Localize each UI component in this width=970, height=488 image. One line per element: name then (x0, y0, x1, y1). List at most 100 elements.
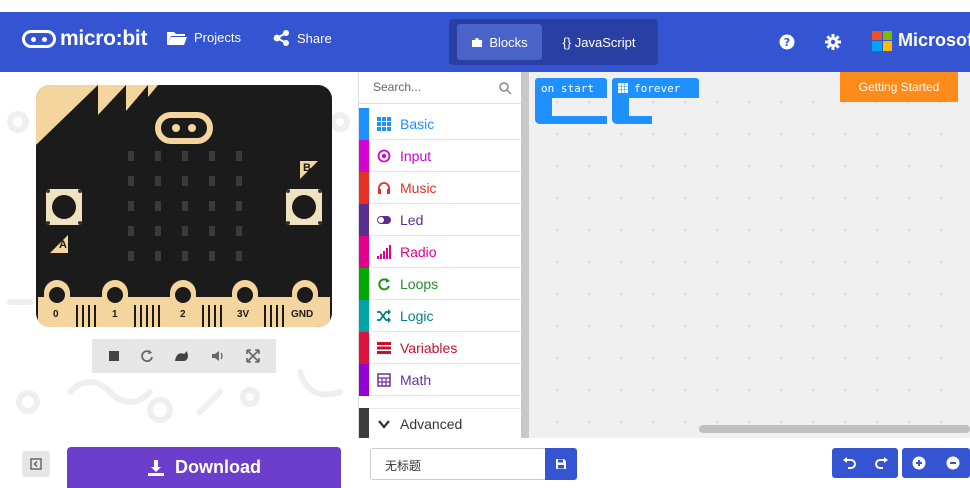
shuffle-icon (377, 308, 391, 323)
toolbox-search[interactable]: Search... (359, 72, 522, 104)
puzzle-icon (472, 38, 483, 47)
pin-0-label[interactable]: 0 (53, 309, 59, 320)
chevron-down-icon (378, 420, 390, 429)
category-basic[interactable]: Basic (359, 107, 522, 140)
save-button[interactable] (545, 448, 577, 480)
pin-1-label[interactable]: 1 (112, 309, 118, 320)
svg-text:?: ? (784, 36, 790, 49)
button-a-graphic (46, 189, 82, 225)
microsoft-brand[interactable]: Microsoft (872, 30, 970, 51)
calculator-icon (377, 372, 391, 387)
redo-icon[interactable] (874, 457, 889, 469)
collapse-icon (30, 458, 42, 470)
logo-text: micro:bit (60, 27, 148, 50)
blocks-workspace[interactable]: on start forever Getting Started (529, 72, 970, 438)
microsoft-logo-icon (872, 30, 892, 51)
pin-3v-label[interactable]: 3V (237, 309, 249, 320)
category-label: Logic (400, 307, 434, 324)
download-icon (148, 459, 164, 476)
led-matrix (128, 151, 242, 261)
category-label: Music (400, 179, 437, 196)
help-icon[interactable]: ? (779, 34, 795, 50)
button-b-graphic (286, 189, 322, 225)
blocks-tab[interactable]: Blocks (457, 24, 542, 60)
category-color-bar (359, 267, 369, 300)
folder-icon (167, 31, 187, 45)
mute-icon[interactable] (210, 349, 226, 363)
javascript-tab-label: {} JavaScript (562, 34, 636, 50)
collapse-simulator-button[interactable] (22, 451, 50, 477)
zoom-group (902, 448, 970, 478)
category-label: Radio (400, 243, 437, 260)
on-start-header: on start (535, 78, 607, 98)
on-start-body (535, 98, 607, 124)
zoom-in-icon[interactable] (912, 456, 926, 470)
category-led[interactable]: Led (359, 203, 522, 236)
save-icon (556, 459, 566, 469)
button-b[interactable] (284, 187, 324, 227)
fullscreen-icon[interactable] (246, 349, 260, 363)
top-strip (0, 0, 970, 12)
category-loops[interactable]: Loops (359, 267, 522, 300)
microbit-logo-icon (22, 30, 56, 48)
target-icon (377, 149, 391, 162)
toggle-icon (377, 215, 391, 224)
category-color-bar (359, 139, 369, 172)
editor-footer: Download 无标题 (0, 438, 970, 488)
workspace-scrollbar[interactable] (699, 425, 970, 433)
download-button[interactable]: Download (67, 447, 341, 488)
undo-icon[interactable] (842, 457, 856, 469)
blocks-tab-label: Blocks (489, 34, 528, 50)
category-color-bar (359, 331, 369, 364)
button-b-label: B (300, 161, 318, 179)
share-button[interactable]: Share (273, 30, 332, 46)
category-math[interactable]: Math (359, 363, 522, 396)
search-input[interactable]: Search... (373, 80, 421, 94)
grid-icon (618, 83, 628, 93)
restart-icon[interactable] (140, 349, 154, 363)
category-advanced[interactable]: Advanced (359, 408, 522, 440)
category-logic[interactable]: Logic (359, 299, 522, 332)
simulator-toolbar (92, 339, 276, 373)
category-variables[interactable]: Variables (359, 331, 522, 364)
category-color-bar (359, 107, 369, 140)
category-color-bar (359, 203, 369, 236)
undo-redo-group (832, 448, 898, 478)
category-music[interactable]: Music (359, 171, 522, 204)
category-color-bar (359, 363, 369, 396)
stop-icon[interactable] (108, 350, 120, 362)
category-input[interactable]: Input (359, 139, 522, 172)
project-name-input[interactable]: 无标题 (370, 448, 545, 480)
microsoft-label: Microsoft (898, 30, 970, 50)
headphones-icon (378, 181, 390, 194)
search-icon[interactable] (498, 81, 512, 95)
category-radio[interactable]: Radio (359, 235, 522, 268)
pin-gnd-label[interactable]: GND (291, 309, 313, 320)
category-label: Advanced (400, 416, 463, 432)
on-start-label: on start (541, 81, 594, 95)
category-label: Loops (400, 275, 439, 292)
category-label: Input (400, 147, 432, 164)
projects-button[interactable]: Projects (167, 30, 241, 45)
pin-2-label[interactable]: 2 (180, 309, 186, 320)
signal-bars-icon (377, 244, 391, 259)
slowmo-icon[interactable] (174, 350, 190, 362)
list-icon (377, 341, 391, 354)
gear-icon[interactable] (825, 34, 841, 50)
share-icon (273, 30, 289, 46)
button-a-letter: A (59, 239, 67, 251)
category-color-bar (359, 171, 369, 204)
editor-mode-toggle: Blocks {} JavaScript (449, 19, 658, 65)
toolbox: Search... Basic Input Music Led Radio Lo… (358, 72, 522, 440)
microbit-board[interactable]: A B 0 1 2 3V GND (36, 85, 332, 327)
menu-bar: micro:bit Projects Share Blocks {} JavaS… (0, 0, 970, 72)
microbit-logo[interactable]: micro:bit (22, 27, 147, 51)
refresh-icon (378, 277, 390, 290)
category-label: Math (400, 371, 432, 388)
javascript-tab[interactable]: {} JavaScript (546, 24, 652, 60)
getting-started-button[interactable]: Getting Started (840, 72, 958, 102)
forever-header: forever (612, 78, 699, 98)
toolbox-scrollbar[interactable] (521, 72, 529, 438)
button-a[interactable] (44, 187, 84, 227)
zoom-out-icon[interactable] (946, 456, 960, 470)
